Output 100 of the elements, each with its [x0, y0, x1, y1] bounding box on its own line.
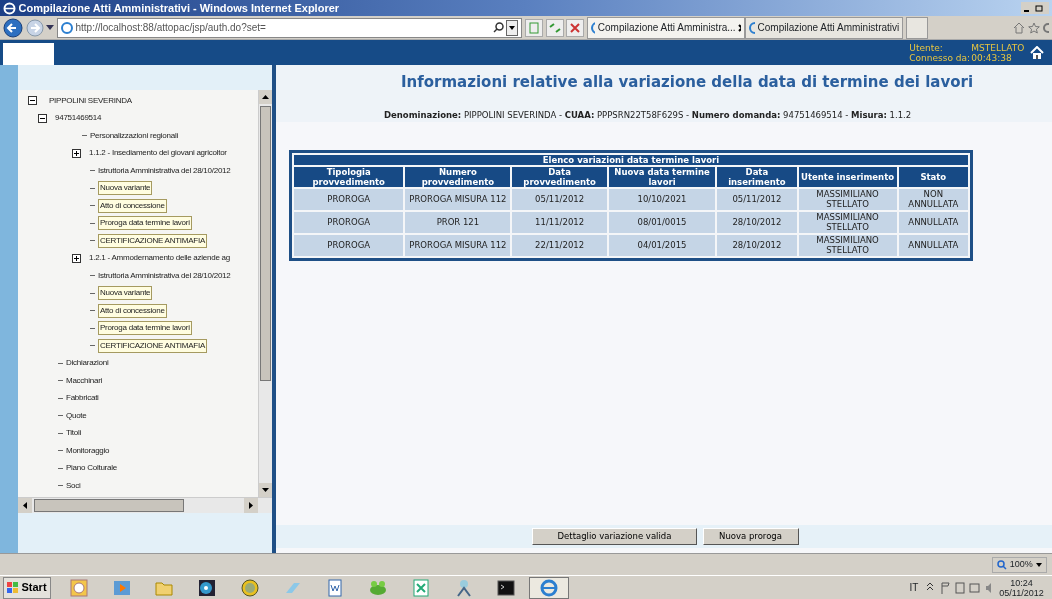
column-header: Nuova data termine lavori	[608, 166, 716, 187]
table-cell: MASSIMILIANO STELLATO	[798, 211, 897, 233]
collapse-icon[interactable]	[28, 96, 37, 106]
browser-icon	[2, 1, 16, 15]
tree-item[interactable]: CERTIFICAZIONE ANTIMAFIA	[98, 233, 207, 248]
action-button[interactable]: Dettaglio variazione valida	[532, 528, 697, 545]
tree-item[interactable]: Istruttoria Amministrativa del 28/10/2012	[98, 269, 231, 282]
new-tab-button[interactable]	[905, 16, 928, 39]
tree-item[interactable]: Istruttoria Amministrativa del 28/10/2012	[98, 164, 231, 177]
tree-item[interactable]: Proroga data termine lavori	[98, 321, 192, 336]
table-caption: Elenco variazioni data termine lavori	[294, 154, 968, 165]
user-label: Utente:	[909, 42, 944, 53]
tree-item[interactable]: Atto di concessione	[98, 303, 167, 318]
tree-item[interactable]: Dichiarazioni	[66, 357, 109, 370]
logo-area	[2, 43, 54, 65]
browser-tab[interactable]: Compilazione Atti Amministrativi	[745, 16, 903, 39]
caret-icon	[1035, 562, 1042, 567]
tree-item[interactable]: Atto di concessione	[98, 198, 167, 213]
zoom-icon	[996, 559, 1007, 570]
expand-icon[interactable]	[72, 253, 81, 263]
clock-time[interactable]: 10:24	[999, 577, 1044, 588]
column-header: Tipologia provvedimento	[294, 166, 404, 187]
table-cell: 28/10/2012	[717, 211, 797, 233]
dropdown-icon[interactable]	[506, 19, 519, 36]
table-cell: 05/11/2012	[717, 188, 797, 210]
tree-item[interactable]: Titoli	[66, 427, 82, 440]
horizontal-scrollbar[interactable]	[18, 497, 272, 513]
scroll-left-icon[interactable]	[18, 498, 32, 513]
tree-item[interactable]: 1.2.1 - Ammodernamento delle aziende ag	[89, 252, 230, 265]
tree-item[interactable]: Soci	[66, 479, 81, 492]
scroll-down-icon[interactable]	[259, 483, 272, 497]
table-cell: 22/11/2012	[512, 234, 607, 256]
coin-icon	[239, 577, 260, 598]
tree-item[interactable]: Quote	[66, 409, 87, 422]
window-title: Compilazione Atti Amministrativi - Windows Internet Explorer	[18, 1, 340, 16]
column-header: Data inserimento	[717, 166, 797, 187]
home-icon[interactable]	[1029, 45, 1044, 60]
table-cell: PROROGA	[294, 234, 404, 256]
tree-item[interactable]: Macchinari	[66, 374, 103, 387]
vertical-scrollbar[interactable]	[258, 90, 272, 497]
tree-item[interactable]: Nuova variante	[98, 286, 153, 301]
table-cell: PROROGA MISURA 112	[405, 188, 511, 210]
table-cell: MASSIMILIANO STELLATO	[798, 234, 897, 256]
scroll-thumb[interactable]	[34, 499, 184, 512]
table-cell: 05/11/2012	[512, 188, 607, 210]
start-button[interactable]: Start	[2, 576, 51, 599]
minimize-icon[interactable]	[1021, 2, 1034, 14]
connected-label: Connesso da:	[909, 52, 972, 63]
tree-item[interactable]: Personalizzazioni regionali	[90, 129, 178, 142]
scroll-up-icon[interactable]	[259, 90, 272, 104]
windows-logo-icon	[6, 581, 19, 594]
compatibility-icon[interactable]	[524, 18, 543, 37]
expand-icon[interactable]	[72, 148, 81, 158]
request-info: Denominazione: PIPPOLINI SEVERINDA - CUAA: PPPSRN22T58F629S - Numero domanda: 94751469514 - Misura: 1.1.2	[383, 109, 913, 122]
tree-item[interactable]: Proroga data termine lavori	[98, 216, 192, 231]
table-cell: 08/01/0015	[608, 211, 716, 233]
page-icon	[748, 21, 755, 34]
column-header: Utente inserimento	[798, 166, 897, 187]
column-header: Data provvedimento	[512, 166, 607, 187]
star-icon[interactable]	[1027, 21, 1040, 34]
column-header: Numero provvedimento	[405, 166, 511, 187]
browser-tab[interactable]: Compilazione Atti Amministra...	[587, 16, 745, 39]
table-cell: PROROGA	[294, 211, 404, 233]
user-name: MSTELLATO	[971, 42, 1025, 53]
tree-item[interactable]: 94751469514	[55, 112, 102, 125]
tree-item[interactable]: Monitoraggio	[66, 444, 110, 457]
scroll-thumb[interactable]	[260, 106, 271, 381]
table-cell: 10/10/2021	[608, 188, 716, 210]
settings-icon[interactable]	[1042, 21, 1050, 34]
stop-icon[interactable]	[566, 18, 585, 37]
table-cell: MASSIMILIANO STELLATO	[798, 188, 897, 210]
restore-icon[interactable]	[1033, 2, 1046, 14]
column-header: Stato	[898, 166, 968, 187]
table-cell: NON ANNULLATA	[898, 188, 968, 210]
table-cell: PROR 121	[405, 211, 511, 233]
table-cell: PROROGA	[294, 188, 404, 210]
page-icon	[60, 21, 73, 34]
scroll-right-icon[interactable]	[244, 498, 258, 513]
back-icon[interactable]	[2, 17, 23, 38]
table-cell: 04/01/2015	[608, 234, 716, 256]
search-icon[interactable]	[492, 22, 504, 33]
clock-date[interactable]: 05/11/2012	[999, 587, 1044, 598]
session-time: 00:43:38	[971, 52, 1013, 63]
tree-item[interactable]: Nuova variante	[98, 181, 153, 196]
refresh-icon[interactable]	[545, 18, 564, 37]
tree-item[interactable]: 1.1.2 - Insediamento dei giovani agricoltor	[89, 147, 227, 160]
page-icon	[590, 21, 596, 34]
tree-item[interactable]: Piano Colturale	[66, 462, 117, 475]
caret-icon[interactable]	[46, 24, 55, 31]
address-field[interactable]: http://localhost:88/attopac/jsp/auth.do?set=	[57, 17, 522, 38]
tree-item[interactable]: PIPPOLINI SEVERINDA	[49, 94, 132, 107]
zoom-control[interactable]: 100%	[991, 556, 1047, 573]
tree-item[interactable]: Fabbricati	[66, 392, 99, 405]
table-cell: 11/11/2012	[512, 211, 607, 233]
table-cell: ANNULLATA	[898, 234, 968, 256]
tree-item[interactable]: CERTIFICAZIONE ANTIMAFIA	[98, 338, 207, 353]
action-button[interactable]: Nuova proroga	[702, 528, 799, 545]
table-cell: ANNULLATA	[898, 211, 968, 233]
collapse-icon[interactable]	[38, 113, 47, 123]
language-indicator[interactable]: IT	[909, 580, 919, 595]
